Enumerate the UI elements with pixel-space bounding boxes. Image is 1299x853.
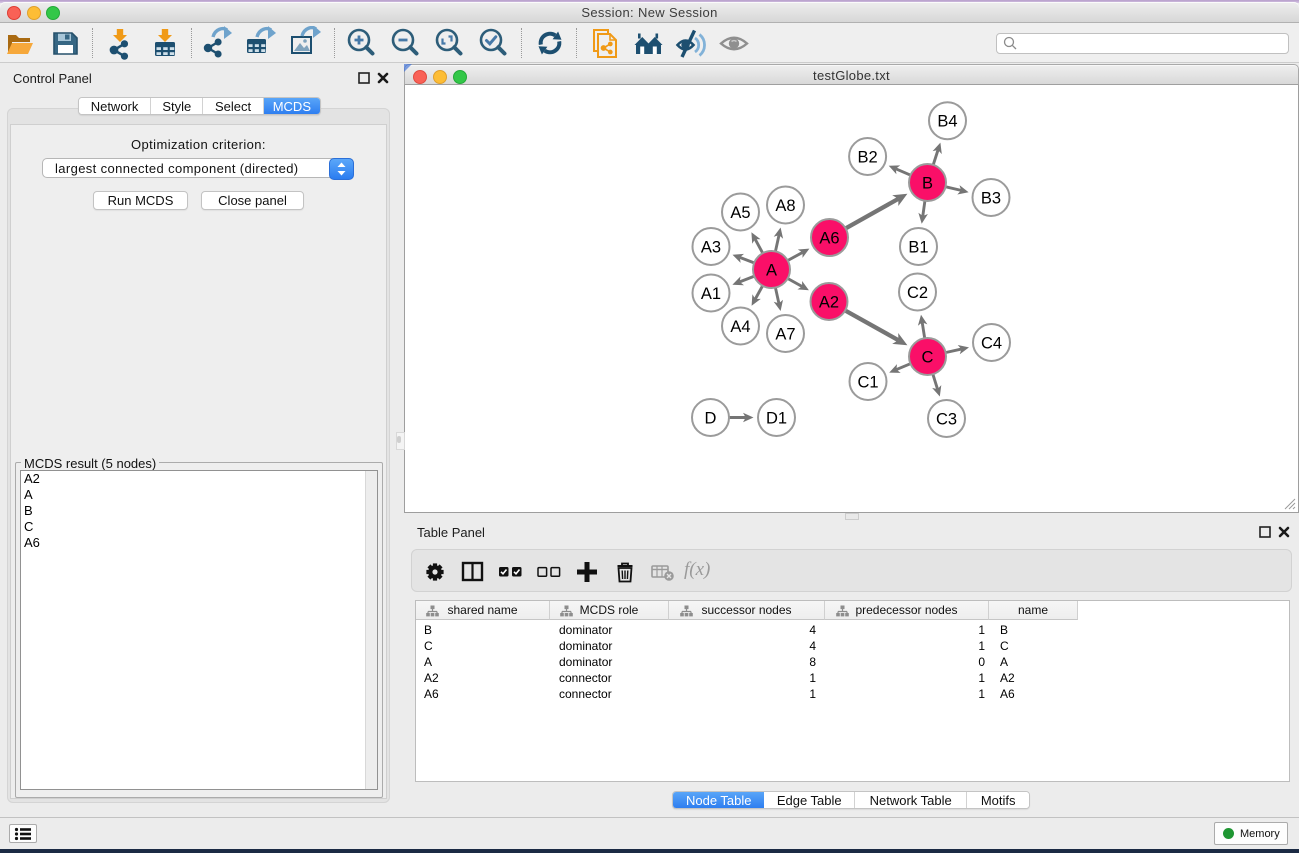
- svg-text:C3: C3: [936, 411, 957, 429]
- svg-text:A2: A2: [819, 294, 839, 312]
- svg-text:A8: A8: [775, 197, 795, 215]
- svg-text:C2: C2: [907, 284, 928, 302]
- svg-text:C4: C4: [981, 335, 1002, 353]
- svg-text:C: C: [922, 349, 934, 367]
- svg-text:A3: A3: [701, 239, 721, 257]
- svg-text:B2: B2: [858, 149, 878, 167]
- svg-text:B4: B4: [937, 113, 957, 131]
- svg-text:A7: A7: [775, 326, 795, 344]
- svg-text:B: B: [922, 175, 933, 193]
- svg-text:A5: A5: [730, 204, 750, 222]
- svg-text:A6: A6: [819, 230, 839, 248]
- svg-text:B1: B1: [908, 239, 928, 257]
- svg-text:C1: C1: [857, 374, 878, 392]
- svg-text:A4: A4: [730, 318, 750, 336]
- svg-text:D: D: [705, 410, 717, 428]
- svg-text:B3: B3: [981, 190, 1001, 208]
- svg-text:D1: D1: [766, 410, 787, 428]
- svg-text:A: A: [766, 262, 777, 280]
- svg-text:A1: A1: [701, 285, 721, 303]
